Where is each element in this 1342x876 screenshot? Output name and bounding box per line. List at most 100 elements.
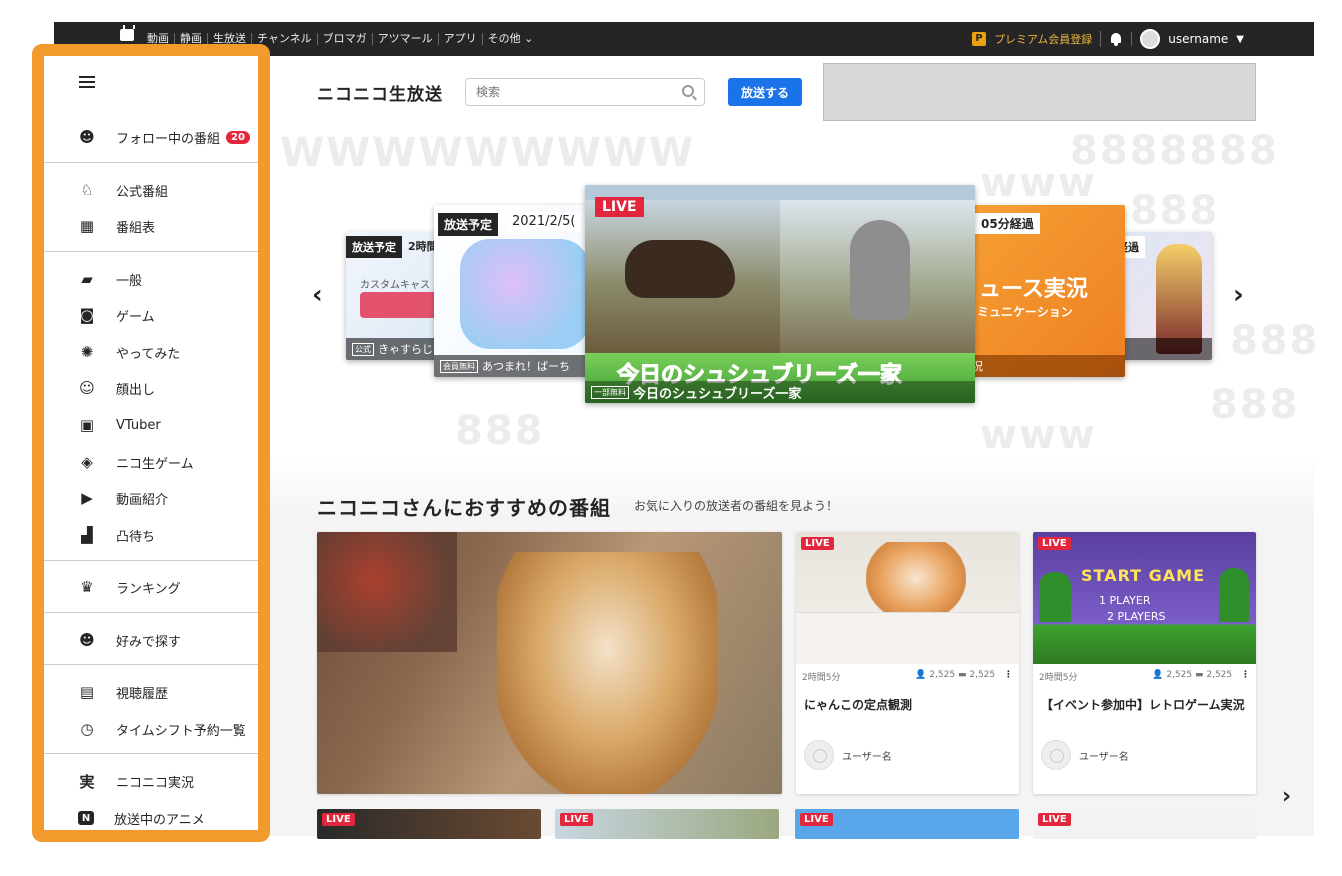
live-badge: LIVE bbox=[560, 813, 593, 826]
card-thumbnail bbox=[796, 532, 1019, 664]
sidebar-item-label: 顔出し bbox=[116, 382, 156, 398]
chat-icon: ▰ bbox=[81, 270, 93, 288]
caption-text: あつまれ！ばーち bbox=[482, 360, 570, 373]
broadcast-button[interactable]: 放送する bbox=[728, 78, 802, 106]
shiba-photo bbox=[497, 552, 717, 794]
card-title[interactable]: にゃんこの定点観測 bbox=[804, 696, 1011, 714]
horse-shape bbox=[850, 220, 910, 320]
site-logo[interactable]: ニコニコ生放送 bbox=[317, 80, 443, 105]
carousel-next-icon[interactable]: › bbox=[1233, 280, 1244, 310]
search-input[interactable] bbox=[466, 79, 666, 105]
more-menu-icon[interactable]: ⋮ bbox=[1241, 670, 1250, 680]
slide-sub-text: ミュニケーション bbox=[977, 305, 1073, 319]
nav-item-more[interactable]: その他 ⌄ bbox=[483, 33, 539, 45]
carousel-slide[interactable]: 放送予定 2021/2/5( 会員無料 あつまれ！ばーち bbox=[434, 205, 604, 377]
comment-icon: ▬ bbox=[1194, 670, 1204, 680]
live-badge: LIVE bbox=[800, 813, 833, 826]
user-avatar[interactable] bbox=[1041, 740, 1071, 770]
viewer-icon: 👤 bbox=[1152, 670, 1164, 680]
sidebar-item-label: やってみた bbox=[116, 346, 181, 362]
stats: 👤 2,525 ▬ 2,525 ⋮ bbox=[915, 670, 1013, 683]
sidebar-item-preference[interactable]: ☻ 好みで探す bbox=[44, 625, 258, 655]
sidebar-item-game[interactable]: ◙ ゲーム bbox=[44, 300, 258, 330]
comment-count: 2,525 bbox=[969, 670, 996, 680]
sidebar-item-history[interactable]: ▤ 視聴履歴 bbox=[44, 677, 258, 707]
search-icon[interactable] bbox=[682, 85, 694, 97]
sidebar-item-totsu[interactable]: ▟ 凸待ち bbox=[44, 520, 258, 550]
divider bbox=[44, 251, 258, 252]
program-card[interactable]: LIVE 2時間5分 👤 2,525 ▬ 2,525 ⋮ にゃんこの定点観測 ユ… bbox=[796, 532, 1019, 794]
avatar[interactable] bbox=[1140, 29, 1161, 49]
decor-text: www bbox=[980, 160, 1097, 206]
ad-banner[interactable] bbox=[823, 63, 1256, 121]
program-card-partial[interactable]: LIVE bbox=[555, 809, 779, 839]
sidebar-item-ranking[interactable]: ♛ ランキング bbox=[44, 572, 258, 602]
divider bbox=[44, 560, 258, 561]
program-card-partial[interactable]: LIVE bbox=[1033, 809, 1257, 839]
carousel-slide[interactable]: 05分経過 ュース実況 ミュニケーション 実況 bbox=[955, 205, 1125, 377]
user-name[interactable]: ユーザー名 bbox=[1079, 748, 1129, 763]
hamburger-menu-icon[interactable] bbox=[79, 76, 95, 88]
schedule-tag: 放送予定 bbox=[346, 236, 402, 258]
nav-item-blomaga[interactable]: ブロマガ bbox=[318, 33, 373, 45]
sidebar-item-official[interactable]: ♘ 公式番組 bbox=[44, 175, 258, 205]
slide-caption: 会員無料 あつまれ！ばーち bbox=[434, 355, 604, 377]
sidebar-item-vtuber[interactable]: ▣ VTuber bbox=[44, 410, 258, 440]
slide-subtitle: カスタムキャス bbox=[360, 280, 430, 291]
live-badge: LIVE bbox=[1038, 537, 1071, 550]
premium-register-link[interactable]: プレミアム会員登録 bbox=[994, 31, 1102, 47]
search-box bbox=[465, 78, 705, 106]
card-user[interactable]: ユーザー名 bbox=[804, 740, 892, 770]
sidebar-item-face[interactable]: ☺ 顔出し bbox=[44, 373, 258, 403]
section-next-icon[interactable]: › bbox=[1282, 784, 1291, 809]
face-icon: ☺ bbox=[79, 379, 95, 397]
sidebar-item-jikkyo[interactable]: 実 ニコニコ実況 bbox=[44, 766, 258, 796]
user-name[interactable]: ユーザー名 bbox=[842, 748, 892, 763]
vtuber-icon: ▣ bbox=[79, 416, 95, 434]
slide-big-text: ュース実況 bbox=[979, 277, 1088, 302]
divider bbox=[44, 162, 258, 163]
nav-item-atsumaru[interactable]: アツマール bbox=[373, 33, 439, 45]
sidebar: ☻ フォロー中の番組 20 ♘ 公式番組 ▦ 番組表 ▰ 一般 ◙ ゲーム ✺ … bbox=[44, 56, 258, 830]
horse-photo-right bbox=[780, 200, 975, 355]
history-icon: ▤ bbox=[79, 683, 95, 701]
card-meta: 2時間5分 👤 2,525 ▬ 2,525 ⋮ bbox=[1039, 670, 1250, 683]
sidebar-item-follow[interactable]: ☻ フォロー中の番組 20 bbox=[44, 122, 258, 152]
username[interactable]: username bbox=[1168, 32, 1228, 46]
program-card[interactable]: START GAME 1 PLAYER 2 PLAYERS LIVE 2時間5分… bbox=[1033, 532, 1256, 794]
sidebar-item-timeshift[interactable]: ◷ タイムシフト予約一覧 bbox=[44, 714, 258, 744]
card-title[interactable]: 【イベント参加中】レトロゲーム実況 bbox=[1041, 696, 1248, 714]
page: 動画 静画 生放送 チャンネル ブロマガ アツマール アプリ その他 ⌄ P プ… bbox=[0, 0, 1342, 876]
sidebar-item-label: ランキング bbox=[116, 581, 181, 597]
game-title-text: START GAME bbox=[1081, 566, 1206, 585]
carousel-prev-icon[interactable]: ‹ bbox=[312, 280, 323, 310]
more-menu-icon[interactable]: ⋮ bbox=[1004, 670, 1013, 680]
foliage bbox=[317, 532, 457, 652]
sidebar-item-anime[interactable]: N 放送中のアニメ bbox=[44, 803, 258, 830]
featured-program-card[interactable] bbox=[317, 532, 782, 794]
bell-icon[interactable] bbox=[1109, 32, 1123, 46]
sidebar-item-niconama-game[interactable]: ◈ ニコ生ゲーム bbox=[44, 447, 258, 477]
sidebar-item-label: ニコ生ゲーム bbox=[116, 456, 194, 472]
nav-item-app[interactable]: アプリ bbox=[439, 33, 483, 45]
program-card-partial[interactable]: LIVE bbox=[317, 809, 541, 839]
sidebar-highlight-frame: ☻ フォロー中の番組 20 ♘ 公式番組 ▦ 番組表 ▰ 一般 ◙ ゲーム ✺ … bbox=[32, 44, 270, 842]
decor-text: 888 bbox=[1230, 318, 1320, 364]
program-card-partial[interactable]: LIVE bbox=[795, 809, 1019, 839]
viewer-count: 2,525 bbox=[929, 670, 956, 680]
jikkyo-icon: 実 bbox=[79, 772, 95, 791]
sidebar-item-video-intro[interactable]: ▶ 動画紹介 bbox=[44, 483, 258, 513]
sidebar-item-schedule[interactable]: ▦ 番組表 bbox=[44, 211, 258, 241]
card-user[interactable]: ユーザー名 bbox=[1041, 740, 1129, 770]
user-avatar[interactable] bbox=[804, 740, 834, 770]
sidebar-item-tried[interactable]: ✺ やってみた bbox=[44, 337, 258, 367]
tv-logo-icon[interactable] bbox=[120, 29, 134, 41]
sidebar-item-label: 視聴履歴 bbox=[116, 686, 169, 702]
chevron-down-icon[interactable]: ▼ bbox=[1236, 34, 1244, 45]
carousel-slide-featured[interactable]: LIVE 今日のシュシュブリーズ一家 一部無料 今日のシュシュブリーズ一家 bbox=[585, 185, 975, 403]
sidebar-item-general[interactable]: ▰ 一般 bbox=[44, 264, 258, 294]
totsu-icon: ▟ bbox=[81, 526, 93, 544]
sidebar-item-label: VTuber bbox=[116, 417, 161, 433]
gamepad-icon: ◙ bbox=[79, 306, 95, 324]
slide-caption: 実況 bbox=[955, 355, 1125, 377]
